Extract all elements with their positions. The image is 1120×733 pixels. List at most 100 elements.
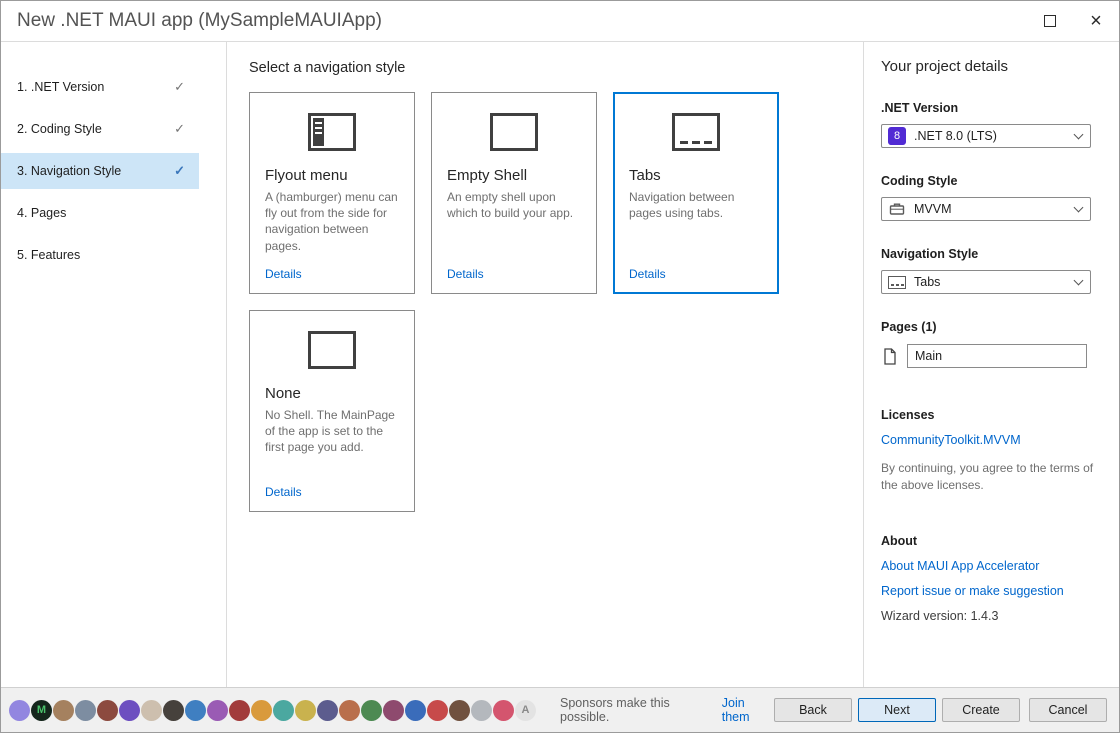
about-heading: About (881, 534, 1097, 548)
card-description: An empty shell upon which to build your … (447, 189, 581, 221)
sponsor-avatar[interactable] (9, 700, 30, 721)
content-area: 1. .NET Version ✓ 2. Coding Style ✓ 3. N… (1, 42, 1119, 687)
sponsor-avatar[interactable] (427, 700, 448, 721)
wizard-window: New .NET MAUI app (MySampleMAUIApp) × 1.… (0, 0, 1120, 733)
nav-style-card-tabs[interactable]: Tabs Navigation between pages using tabs… (613, 92, 779, 294)
sponsor-avatar[interactable] (493, 700, 514, 721)
sponsor-avatar[interactable] (185, 700, 206, 721)
join-them-link[interactable]: Join them (722, 696, 774, 724)
check-icon: ✓ (174, 121, 185, 137)
page-icon (881, 348, 899, 365)
close-icon: × (1090, 11, 1102, 31)
check-icon: ✓ (174, 79, 185, 95)
back-button[interactable]: Back (774, 698, 852, 722)
net-version-dropdown[interactable]: 8 .NET 8.0 (LTS) (881, 124, 1091, 148)
sponsor-avatar[interactable] (207, 700, 228, 721)
details-link[interactable]: Details (265, 485, 302, 499)
panel-heading: Your project details (881, 58, 1097, 75)
sponsor-avatar[interactable] (141, 700, 162, 721)
license-link[interactable]: CommunityToolkit.MVVM (881, 433, 1097, 447)
sponsor-avatar[interactable]: M (31, 700, 52, 721)
licenses-heading: Licenses (881, 408, 1097, 422)
sponsor-avatar[interactable] (75, 700, 96, 721)
sidebar-item-label: 2. Coding Style (17, 122, 102, 136)
sponsor-avatar[interactable]: A (515, 700, 536, 721)
details-link[interactable]: Details (447, 267, 484, 281)
card-description: No Shell. The MainPage of the app is set… (265, 407, 399, 456)
titlebar: New .NET MAUI app (MySampleMAUIApp) × (1, 1, 1119, 42)
sponsor-avatar[interactable] (339, 700, 360, 721)
sponsor-avatar[interactable] (97, 700, 118, 721)
maximize-icon (1044, 15, 1056, 27)
sponsor-avatar[interactable] (251, 700, 272, 721)
navigation-style-value: Tabs (914, 275, 940, 289)
sponsor-avatar[interactable] (273, 700, 294, 721)
coding-style-value: MVVM (914, 202, 952, 216)
sponsor-avatar[interactable] (471, 700, 492, 721)
sidebar-item-pages[interactable]: 4. Pages (1, 195, 199, 231)
nav-style-card-flyout[interactable]: Flyout menu A (hamburger) menu can fly o… (249, 92, 415, 294)
dotnet-8-icon: 8 (888, 127, 906, 145)
page-name-input[interactable] (907, 344, 1087, 368)
sponsor-avatar[interactable] (163, 700, 184, 721)
about-accelerator-link[interactable]: About MAUI App Accelerator (881, 559, 1097, 573)
flyout-menu-icon (308, 113, 356, 151)
coding-style-label: Coding Style (881, 174, 1097, 188)
cancel-button[interactable]: Cancel (1029, 698, 1107, 722)
sponsor-avatar[interactable] (295, 700, 316, 721)
steps-sidebar: 1. .NET Version ✓ 2. Coding Style ✓ 3. N… (1, 42, 227, 687)
chevron-down-icon (1074, 203, 1084, 213)
chevron-down-icon (1074, 130, 1084, 140)
chevron-down-icon (1074, 276, 1084, 286)
sponsor-avatar[interactable] (317, 700, 338, 721)
sponsor-avatar[interactable] (383, 700, 404, 721)
sidebar-item-features[interactable]: 5. Features (1, 237, 199, 273)
empty-shell-icon (490, 113, 538, 151)
details-link[interactable]: Details (265, 267, 302, 281)
maximize-button[interactable] (1027, 1, 1073, 41)
tabs-mini-icon (888, 276, 906, 289)
card-title: Tabs (629, 167, 763, 184)
sponsor-avatar[interactable] (229, 700, 250, 721)
window-title: New .NET MAUI app (MySampleMAUIApp) (17, 10, 382, 32)
next-button[interactable]: Next (858, 698, 936, 722)
pages-row (881, 344, 1097, 368)
sidebar-item-navigation-style[interactable]: 3. Navigation Style ✓ (1, 153, 199, 189)
details-link[interactable]: Details (629, 267, 666, 281)
card-title: Flyout menu (265, 167, 399, 184)
sidebar-item-label: 3. Navigation Style (17, 164, 121, 178)
wizard-buttons: Back Next Create Cancel (774, 698, 1107, 722)
navigation-style-chooser: Select a navigation style Flyout menu A … (227, 42, 863, 687)
sponsor-avatar[interactable] (119, 700, 140, 721)
sidebar-item-label: 5. Features (17, 248, 80, 262)
project-details-panel: Your project details .NET Version 8 .NET… (863, 42, 1119, 687)
license-note: By continuing, you agree to the terms of… (881, 460, 1097, 494)
sidebar-item-net-version[interactable]: 1. .NET Version ✓ (1, 69, 199, 105)
sponsor-avatar[interactable] (449, 700, 470, 721)
sponsor-avatar[interactable] (361, 700, 382, 721)
nav-style-card-empty-shell[interactable]: Empty Shell An empty shell upon which to… (431, 92, 597, 294)
create-button[interactable]: Create (942, 698, 1020, 722)
report-issue-link[interactable]: Report issue or make suggestion (881, 584, 1097, 598)
card-grid: Flyout menu A (hamburger) menu can fly o… (249, 92, 815, 512)
footer-bar: MA Sponsors make this possible. Join the… (1, 687, 1119, 732)
wizard-version: Wizard version: 1.4.3 (881, 609, 1097, 623)
sponsor-avatar[interactable] (405, 700, 426, 721)
card-description: A (hamburger) menu can fly out from the … (265, 189, 399, 254)
briefcase-icon (888, 201, 906, 217)
check-icon: ✓ (174, 163, 185, 179)
navigation-style-dropdown[interactable]: Tabs (881, 270, 1091, 294)
sidebar-item-coding-style[interactable]: 2. Coding Style ✓ (1, 111, 199, 147)
coding-style-dropdown[interactable]: MVVM (881, 197, 1091, 221)
window-controls: × (1027, 1, 1119, 41)
none-shell-icon (308, 331, 356, 369)
sidebar-item-label: 4. Pages (17, 206, 66, 220)
sponsor-avatar[interactable] (53, 700, 74, 721)
tabs-icon (672, 113, 720, 151)
net-version-label: .NET Version (881, 101, 1097, 115)
close-button[interactable]: × (1073, 1, 1119, 41)
card-title: None (265, 385, 399, 402)
page-title: Select a navigation style (249, 60, 863, 76)
pages-label: Pages (1) (881, 320, 1097, 334)
nav-style-card-none[interactable]: None No Shell. The MainPage of the app i… (249, 310, 415, 512)
